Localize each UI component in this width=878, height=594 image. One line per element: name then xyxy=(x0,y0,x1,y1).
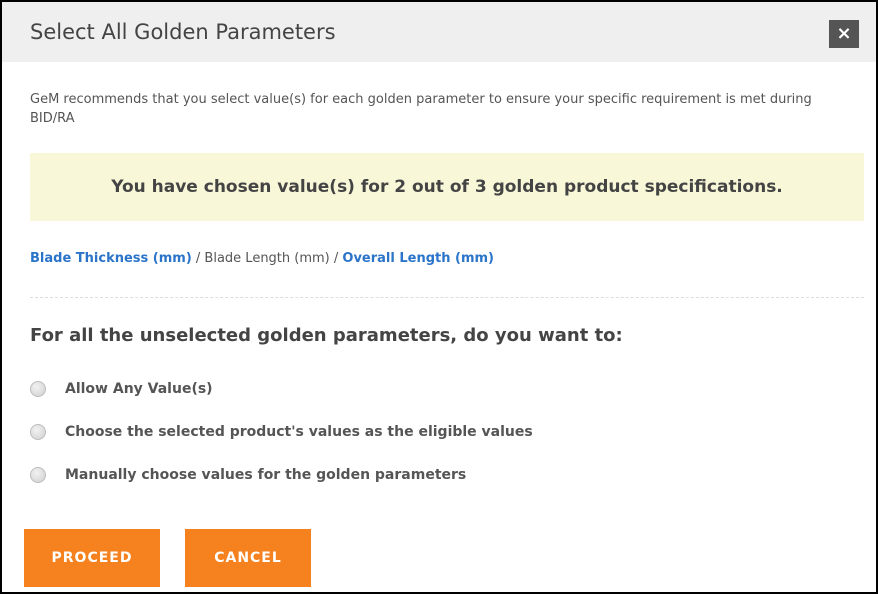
cancel-button[interactable]: CANCEL xyxy=(185,529,311,587)
proceed-button[interactable]: PROCEED xyxy=(24,529,160,587)
golden-parameters-list: Blade Thickness (mm) / Blade Length (mm)… xyxy=(30,251,494,266)
notice-text: You have chosen value(s) for 2 out of 3 … xyxy=(111,177,783,197)
close-icon: × xyxy=(836,23,852,44)
parameter-overall-length[interactable]: Overall Length (mm) xyxy=(342,251,494,266)
close-button[interactable]: × xyxy=(829,20,859,48)
parameter-separator: / xyxy=(329,251,343,266)
description-text: GeM recommends that you select value(s) … xyxy=(30,92,812,126)
dialog-header: Select All Golden Parameters × xyxy=(2,2,876,62)
parameter-separator: / xyxy=(191,251,205,266)
option-selected-product-values[interactable]: Choose the selected product's values as … xyxy=(30,421,533,443)
parameter-blade-thickness[interactable]: Blade Thickness (mm) xyxy=(30,251,192,266)
notice-banner: You have chosen value(s) for 2 out of 3 … xyxy=(30,153,864,221)
option-allow-any-values[interactable]: Allow Any Value(s) xyxy=(30,378,213,400)
dialog-title: Select All Golden Parameters xyxy=(30,20,336,44)
radio-button[interactable] xyxy=(30,381,46,397)
dialog: Select All Golden Parameters × GeM recom… xyxy=(0,0,878,594)
question-heading: For all the unselected golden parameters… xyxy=(30,325,623,346)
radio-button[interactable] xyxy=(30,424,46,440)
divider xyxy=(30,297,864,298)
parameter-blade-length: Blade Length (mm) xyxy=(204,251,330,266)
radio-button[interactable] xyxy=(30,467,46,483)
option-label: Choose the selected product's values as … xyxy=(65,424,533,440)
option-label: Manually choose values for the golden pa… xyxy=(65,467,467,483)
option-label: Allow Any Value(s) xyxy=(65,381,213,397)
option-manually-choose-values[interactable]: Manually choose values for the golden pa… xyxy=(30,464,466,486)
